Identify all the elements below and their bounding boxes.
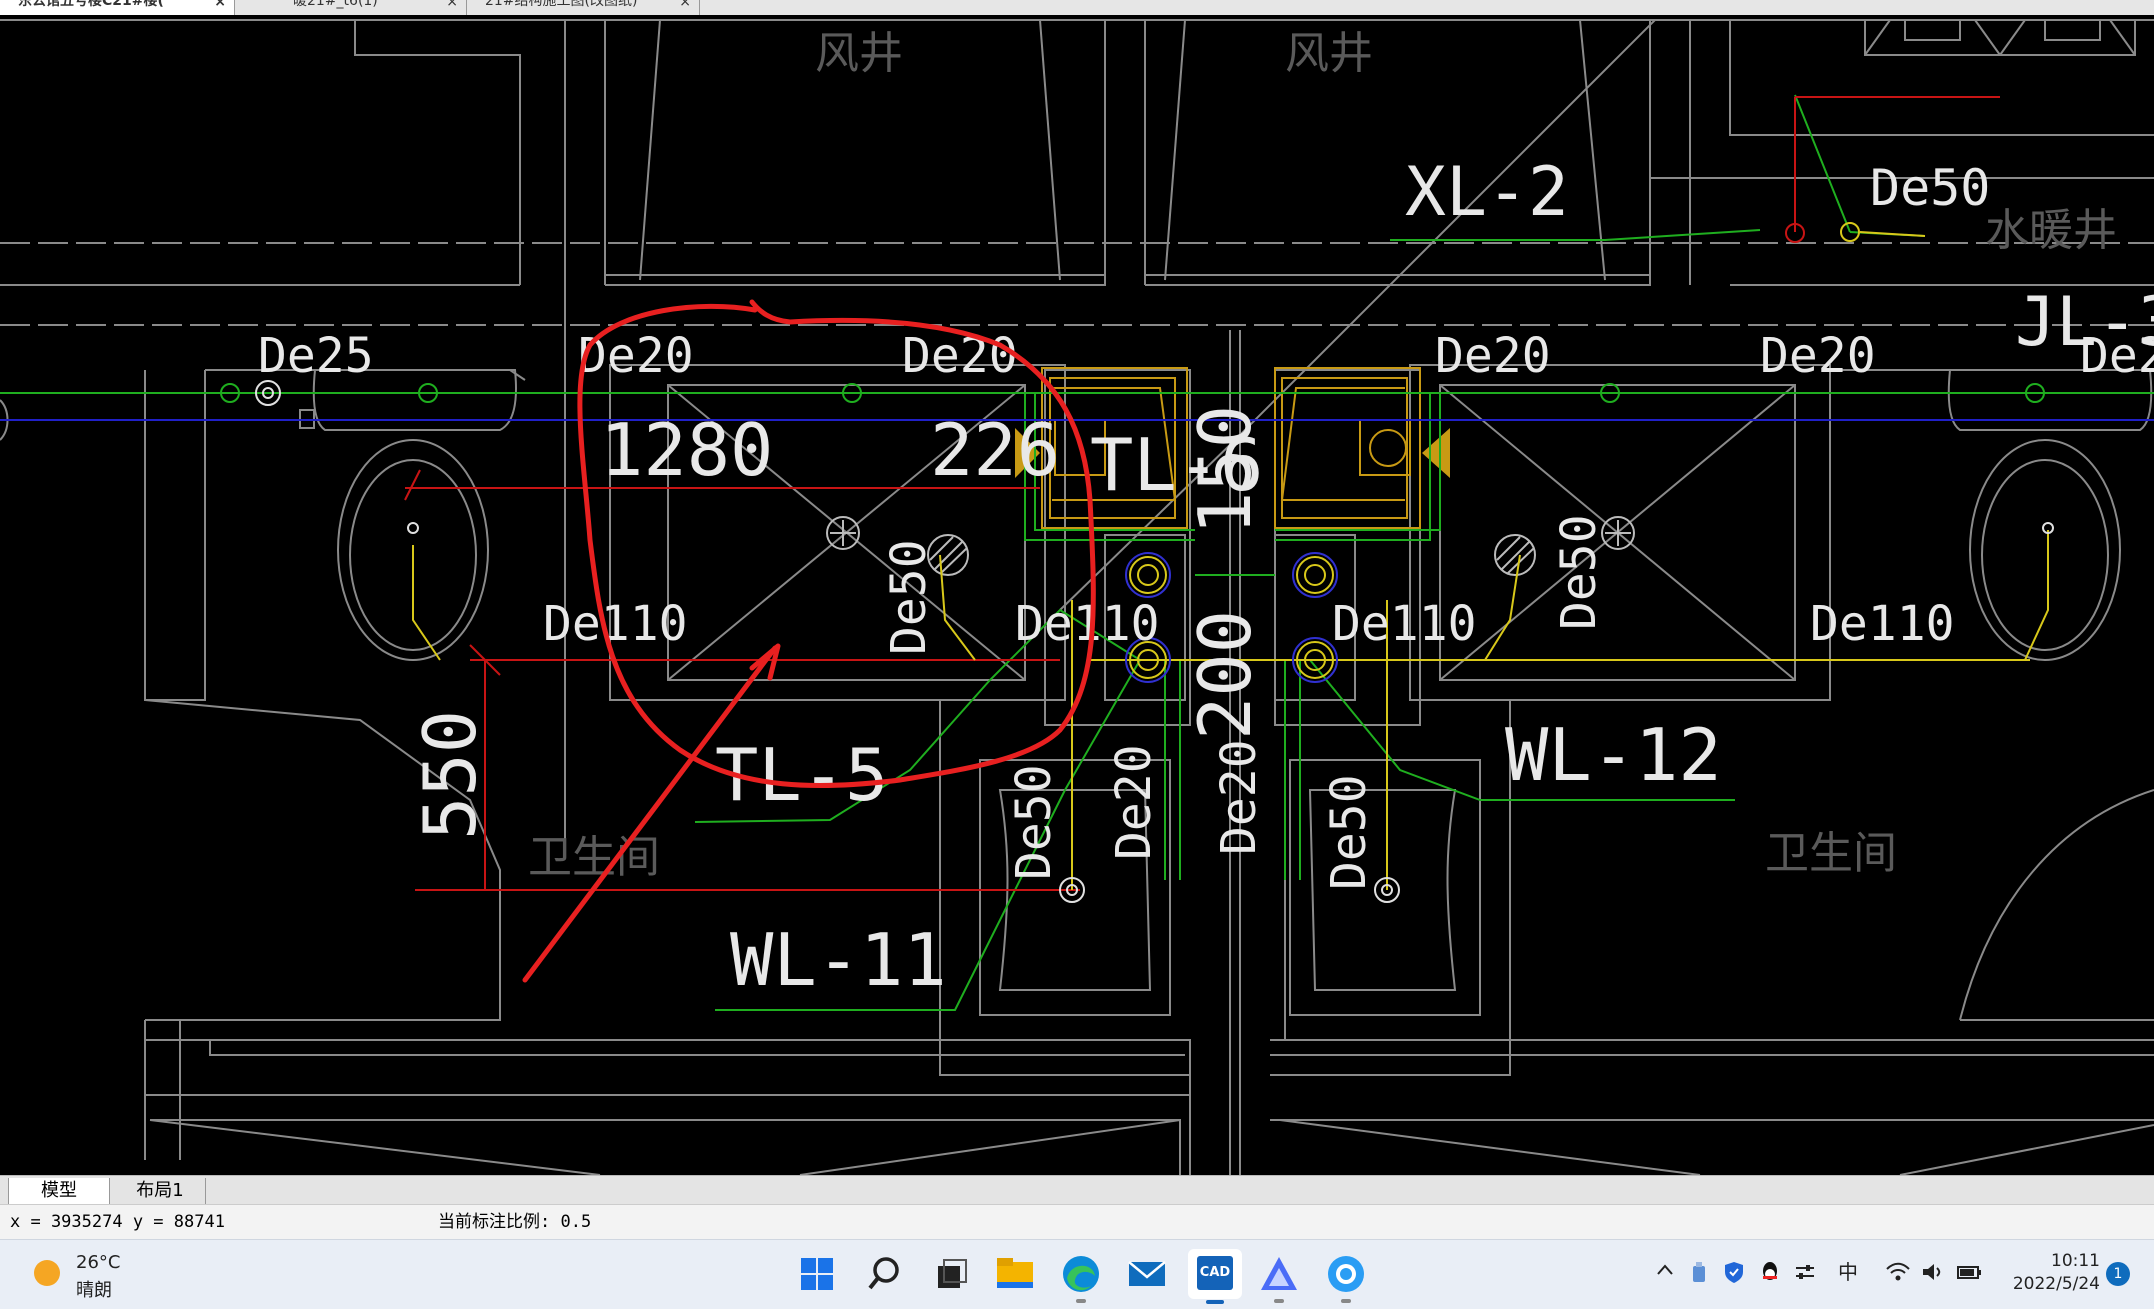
tab-label: 暖21#_t6(1) [293, 0, 378, 9]
ime-indicator[interactable]: 中 [1838, 1260, 1858, 1284]
label-dim-200: 200 [1183, 610, 1267, 740]
running-indicator [1341, 1299, 1351, 1303]
label-nuanjing: 水暖井 [1985, 205, 2117, 256]
running-indicator [1206, 1300, 1224, 1304]
label-fengjing: 风井 [1285, 28, 1373, 79]
battery-icon[interactable] [1955, 1260, 1983, 1289]
label-fengjing: 风井 [815, 28, 903, 79]
tab-label: 东公馆五号楼C21#楼( [18, 0, 164, 9]
close-icon[interactable]: × [679, 0, 691, 9]
label-dim-550: 550 [408, 710, 492, 840]
label-wl11: WL-11 [730, 918, 947, 1002]
coordinates-readout: x = 3935274 y = 88741 [10, 1212, 225, 1232]
label-de50: De50 [1870, 159, 1990, 217]
label-de110: De110 [1332, 596, 1477, 652]
dimension-scale-readout: 当前标注比例: 0.5 [438, 1212, 592, 1232]
layout-tab-bar: 模型 布局1 [0, 1175, 2154, 1205]
usb-drive-icon[interactable] [1688, 1260, 1710, 1289]
clock-date: 2022/5/24 [2012, 1274, 2100, 1294]
cad-drawing-canvas[interactable]: 风井 风井 XL-2 De50 水暖井 JL-3 De25 De20 De20 … [0, 15, 2154, 1175]
windows-start-icon[interactable] [795, 1252, 839, 1296]
tab-document-2[interactable]: 暖21#_t6(1) × [235, 0, 467, 15]
label-de50-vertical: De50 [881, 539, 937, 655]
close-icon[interactable]: × [446, 0, 458, 9]
tab-document-1[interactable]: 东公馆五号楼C21#楼( × [0, 0, 235, 15]
label-toilet-room: 卫生间 [528, 832, 660, 883]
weather-widget[interactable]: 26°C 晴朗 [28, 1250, 138, 1301]
label-de110: De110 [1015, 596, 1160, 652]
label-de50-vertical: De50 [1321, 774, 1377, 890]
label-de110: De110 [1810, 596, 1955, 652]
cad-drawing: 风井 风井 XL-2 De50 水暖井 JL-3 De25 De20 De20 … [0, 19, 2154, 1175]
document-tab-bar: 东公馆五号楼C21#楼( × 暖21#_t6(1) × 21#结构施工图(改图纸… [0, 0, 2154, 16]
label-de50-vertical: De50 [1551, 514, 1607, 630]
label-de110: De110 [543, 596, 688, 652]
notification-badge[interactable]: 1 [2106, 1262, 2130, 1286]
running-indicator [1076, 1299, 1086, 1303]
clock-time: 10:11 [2051, 1251, 2100, 1271]
task-view-icon[interactable] [928, 1252, 972, 1296]
tab-label: 21#结构施工图(改图纸) [485, 0, 638, 9]
label-de20-vertical: De20 [1106, 744, 1162, 860]
security-shield-icon[interactable] [1722, 1260, 1746, 1289]
label-de25: De25 [258, 328, 374, 384]
tab-model[interactable]: 模型 [8, 1178, 110, 1205]
app-a-icon[interactable] [1257, 1252, 1301, 1303]
label-dim-1280: 1280 [600, 408, 773, 492]
status-bar: x = 3935274 y = 88741 当前标注比例: 0.5 [0, 1204, 2154, 1240]
cad-icon: CAD [1197, 1256, 1233, 1290]
cad-icon-label: CAD [1199, 1265, 1231, 1280]
weather-temperature: 26°C [76, 1252, 121, 1273]
wifi-icon[interactable] [1885, 1260, 1911, 1289]
label-de20: De20 [1760, 328, 1876, 384]
label-de20: De20 [902, 328, 1018, 384]
mail-icon[interactable] [1125, 1252, 1169, 1296]
settings-sliders-icon[interactable] [1793, 1260, 1817, 1289]
volume-icon[interactable] [1920, 1260, 1946, 1289]
search-icon[interactable] [862, 1252, 906, 1296]
label-dim-226: 226 [930, 408, 1060, 492]
tab-layout1[interactable]: 布局1 [115, 1178, 206, 1204]
tab-document-3[interactable]: 21#结构施工图(改图纸) × [467, 0, 700, 15]
weather-sun-icon [34, 1260, 60, 1286]
label-xl2: XL-2 [1405, 153, 1569, 232]
cad-app-button[interactable]: CAD [1188, 1249, 1242, 1304]
clock[interactable]: 10:11 2022/5/24 [2000, 1250, 2100, 1300]
weather-description: 晴朗 [76, 1280, 112, 1301]
chevron-up-icon[interactable] [1655, 1260, 1675, 1285]
label-de20: De2 [2080, 328, 2154, 384]
taskbar: 26°C 晴朗 CAD 中 10:11 2022/5/24 1 [0, 1239, 2154, 1309]
running-indicator [1274, 1299, 1284, 1303]
edge-icon[interactable] [1059, 1252, 1103, 1303]
drawing-labels: 风井 风井 XL-2 De50 水暖井 JL-3 De25 De20 De20 … [258, 28, 2154, 1002]
close-icon[interactable]: × [214, 0, 226, 9]
label-de50-vertical: De50 [1006, 764, 1062, 880]
qq-icon[interactable] [1758, 1260, 1782, 1289]
label-dim-150: 150 [1183, 405, 1267, 535]
label-toilet-room: 卫生间 [1765, 828, 1897, 879]
label-wl12: WL-12 [1505, 713, 1722, 797]
label-de20: De20 [1435, 328, 1551, 384]
qq-browser-icon[interactable] [1324, 1252, 1368, 1303]
file-explorer-icon[interactable] [993, 1252, 1037, 1296]
label-de20-vertical: De20 [1211, 739, 1267, 855]
